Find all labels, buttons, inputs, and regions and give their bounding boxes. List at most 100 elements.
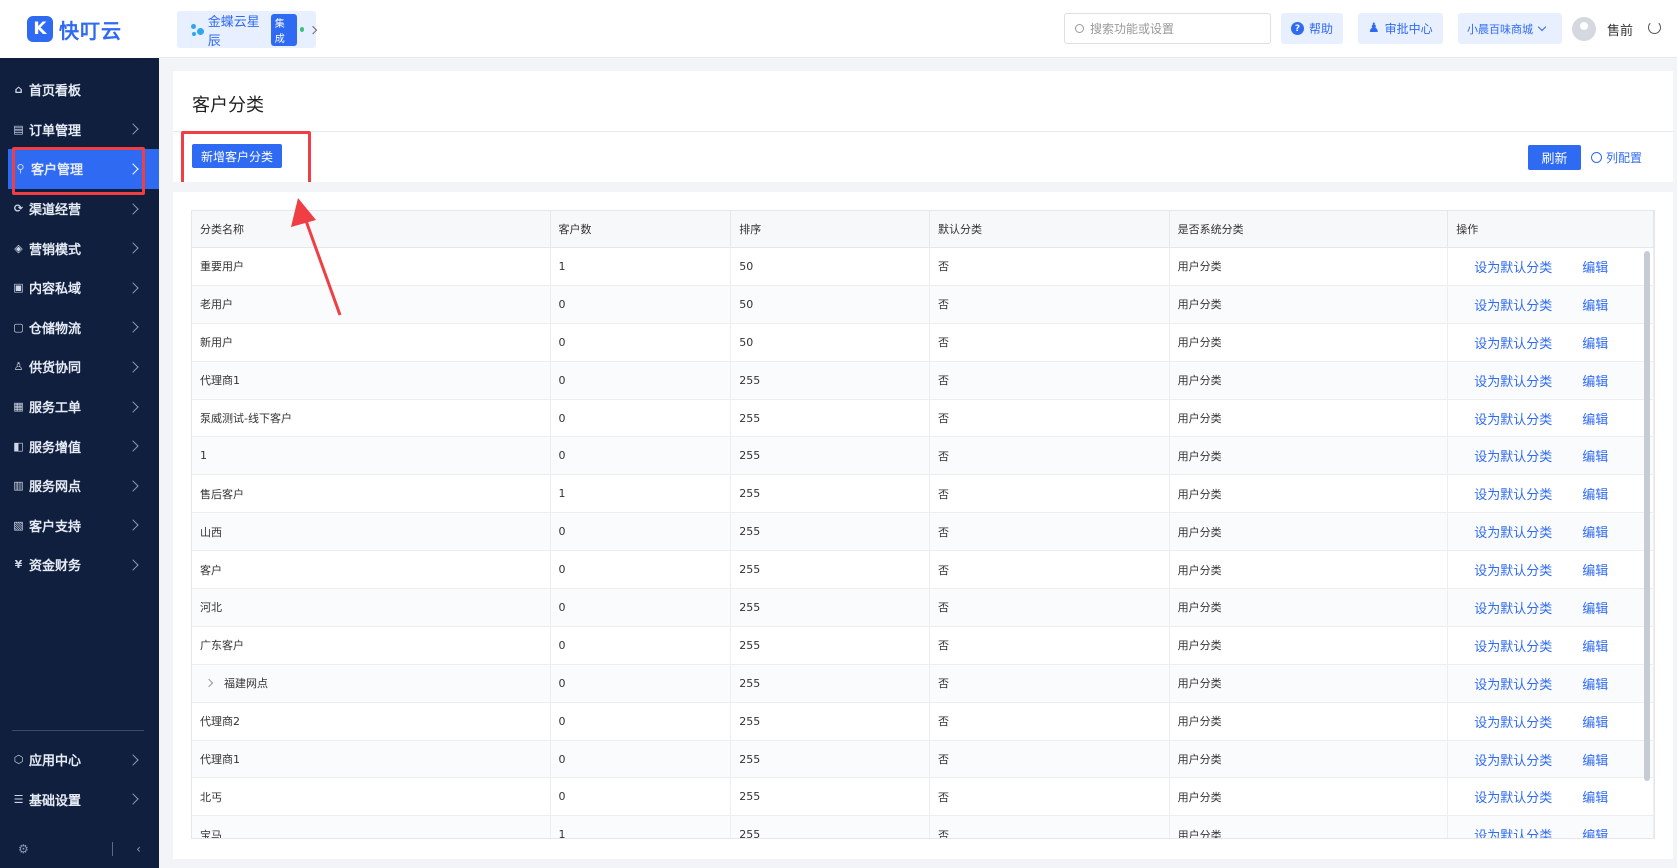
yen-icon: ¥: [14, 558, 23, 572]
search-box[interactable]: [1064, 13, 1271, 44]
user-name[interactable]: 售前: [1607, 20, 1633, 39]
edit-link[interactable]: 编辑: [1582, 636, 1608, 655]
scrollbar-thumb[interactable]: [1644, 251, 1650, 781]
logo[interactable]: K 快叮云: [0, 0, 159, 58]
actions-cell: 设为默认分类 编辑: [1448, 513, 1654, 551]
column-config-button[interactable]: 列配置: [1591, 149, 1642, 166]
sidebar-item[interactable]: ◈ 营销模式: [0, 228, 159, 268]
cell-text: 代理商1: [200, 753, 240, 767]
edit-link[interactable]: 编辑: [1582, 750, 1608, 769]
refresh-button[interactable]: 刷新: [1528, 145, 1581, 170]
table-cell: 0: [551, 589, 732, 626]
set-default-link[interactable]: 设为默认分类: [1474, 295, 1552, 314]
edit-link[interactable]: 编辑: [1582, 409, 1608, 428]
set-default-link[interactable]: 设为默认分类: [1474, 484, 1552, 503]
sidebar-item[interactable]: ♙ 供货协同: [0, 347, 159, 387]
column-header[interactable]: 排序: [731, 211, 930, 247]
approval-center-button[interactable]: ♟ 审批中心: [1358, 13, 1443, 44]
expand-row-icon[interactable]: [204, 678, 214, 688]
chevron-right-icon: [127, 321, 139, 334]
table-row[interactable]: 泵威测试-线下客户 0 255 否 用户分类 设为默认分类 编辑: [192, 399, 1654, 438]
store-selector[interactable]: 小晨百味商城: [1458, 13, 1562, 44]
sidebar-item[interactable]: ▥ 服务网点: [0, 466, 159, 506]
table-row[interactable]: 客户 0 255 否 用户分类 设为默认分类 编辑: [192, 551, 1654, 590]
edit-link[interactable]: 编辑: [1582, 446, 1608, 465]
table-scrollbar[interactable]: [1644, 251, 1652, 801]
brand-switcher[interactable]: 金蝶云星辰 集成: [177, 11, 318, 49]
edit-link[interactable]: 编辑: [1582, 371, 1608, 390]
edit-link[interactable]: 编辑: [1582, 295, 1608, 314]
edit-link[interactable]: 编辑: [1582, 787, 1608, 806]
table-row[interactable]: 广东客户 0 255 否 用户分类 设为默认分类 编辑: [192, 626, 1654, 665]
edit-link[interactable]: 编辑: [1582, 560, 1608, 579]
avatar[interactable]: [1572, 17, 1596, 41]
edit-link[interactable]: 编辑: [1582, 712, 1608, 731]
table-row[interactable]: 河北 0 255 否 用户分类 设为默认分类 编辑: [192, 589, 1654, 627]
actions-cell: 设为默认分类 编辑: [1448, 778, 1654, 816]
edit-link[interactable]: 编辑: [1582, 674, 1608, 693]
sidebar-item[interactable]: ▤ 订单管理: [0, 110, 159, 150]
table-cell: 代理商2: [192, 702, 551, 740]
set-default-link[interactable]: 设为默认分类: [1474, 825, 1552, 838]
edit-link[interactable]: 编辑: [1582, 522, 1608, 541]
column-header[interactable]: 操作: [1448, 211, 1654, 247]
set-default-link[interactable]: 设为默认分类: [1474, 560, 1552, 579]
sidebar-item[interactable]: ◧ 服务增值: [0, 426, 159, 466]
sidebar-item[interactable]: ☰ 基础设置: [0, 780, 159, 820]
set-default-link[interactable]: 设为默认分类: [1474, 522, 1552, 541]
set-default-link[interactable]: 设为默认分类: [1474, 787, 1552, 806]
search-input[interactable]: [1090, 21, 1260, 36]
sidebar-item[interactable]: ⬡ 应用中心: [0, 740, 159, 780]
reload-icon[interactable]: [1648, 21, 1661, 34]
edit-link[interactable]: 编辑: [1582, 333, 1608, 352]
set-default-link[interactable]: 设为默认分类: [1474, 636, 1552, 655]
cell-text: 255: [739, 676, 761, 690]
edit-link[interactable]: 编辑: [1582, 825, 1608, 838]
set-default-link[interactable]: 设为默认分类: [1474, 371, 1552, 390]
column-header[interactable]: 分类名称: [192, 211, 551, 247]
set-default-link[interactable]: 设为默认分类: [1474, 333, 1552, 352]
table-row[interactable]: 北丐 0 255 否 用户分类 设为默认分类 编辑: [192, 778, 1654, 817]
help-button[interactable]: ? 帮助: [1281, 13, 1344, 44]
table-row[interactable]: 代理商2 0 255 否 用户分类 设为默认分类 编辑: [192, 702, 1654, 741]
set-default-link[interactable]: 设为默认分类: [1474, 446, 1552, 465]
settings-gear-icon[interactable]: ⚙: [18, 842, 29, 856]
sidebar-item[interactable]: ⌂ 首页看板: [0, 70, 159, 110]
table-cell: 用户分类: [1170, 740, 1449, 778]
sidebar-item[interactable]: ▧ 客户支持: [0, 506, 159, 546]
table-row[interactable]: 1 0 255 否 用户分类 设为默认分类 编辑: [192, 437, 1654, 476]
table-row[interactable]: 代理商1 0 255 否 用户分类 设为默认分类 编辑: [192, 361, 1654, 400]
table-cell: 否: [930, 285, 1170, 323]
table-row[interactable]: 新用户 0 50 否 用户分类 设为默认分类 编辑: [192, 323, 1654, 362]
sidebar-item[interactable]: ¥ 资金财务: [0, 545, 159, 585]
column-header[interactable]: 是否系统分类: [1170, 211, 1449, 247]
table-row[interactable]: 代理商1 0 255 否 用户分类 设为默认分类 编辑: [192, 740, 1654, 779]
cell-text: 否: [937, 449, 949, 463]
table-row[interactable]: 老用户 0 50 否 用户分类 设为默认分类 编辑: [192, 285, 1654, 324]
chevron-right-icon: [127, 793, 139, 806]
edit-link[interactable]: 编辑: [1582, 484, 1608, 503]
set-default-link[interactable]: 设为默认分类: [1474, 750, 1552, 769]
table-row[interactable]: 山西 0 255 否 用户分类 设为默认分类 编辑: [192, 513, 1654, 552]
table-row[interactable]: 售后客户 1 255 否 用户分类 设为默认分类 编辑: [192, 475, 1654, 514]
edit-link[interactable]: 编辑: [1582, 598, 1608, 617]
sidebar-item[interactable]: ▦ 服务工单: [0, 387, 159, 427]
set-default-link[interactable]: 设为默认分类: [1474, 712, 1552, 731]
table-cell: 否: [930, 626, 1170, 664]
set-default-link[interactable]: 设为默认分类: [1474, 257, 1552, 276]
collapse-sidebar-icon[interactable]: ‹: [136, 842, 141, 856]
table-row[interactable]: 宝马 1 255 否 用户分类 设为默认分类 编辑: [192, 816, 1654, 839]
column-header[interactable]: 默认分类: [930, 211, 1170, 247]
set-default-link[interactable]: 设为默认分类: [1474, 674, 1552, 693]
edit-link[interactable]: 编辑: [1582, 257, 1608, 276]
set-default-link[interactable]: 设为默认分类: [1474, 598, 1552, 617]
column-header[interactable]: 客户数: [551, 211, 732, 247]
cell-text: 否: [937, 828, 949, 839]
table-row[interactable]: 福建网点 0 255 否 用户分类 设为默认分类 编辑: [192, 664, 1654, 703]
table-row[interactable]: 重要用户 1 50 否 用户分类 设为默认分类 编辑: [192, 248, 1654, 286]
sidebar-item[interactable]: ▣ 内容私域: [0, 268, 159, 308]
cell-text: 255: [739, 790, 761, 804]
set-default-link[interactable]: 设为默认分类: [1474, 409, 1552, 428]
gear-icon: [1591, 152, 1602, 163]
sidebar-item[interactable]: ▢ 仓储物流: [0, 308, 159, 348]
